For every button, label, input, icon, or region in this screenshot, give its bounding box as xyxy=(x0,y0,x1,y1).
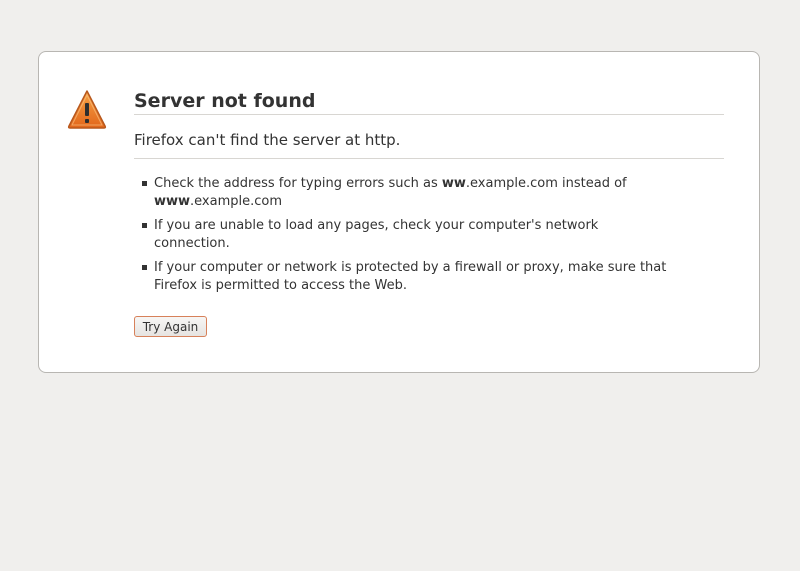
tip-network-connection: If you are unable to load any pages, che… xyxy=(142,217,674,253)
error-message: Firefox can't find the server at http. xyxy=(134,130,724,159)
tip1-good-bold: www xyxy=(154,194,191,209)
tip-firewall-proxy: If your computer or network is protected… xyxy=(142,259,674,295)
bullet xyxy=(142,223,147,228)
try-again-button[interactable]: Try Again xyxy=(134,316,207,337)
tip1-good-rest: .example.com xyxy=(190,194,283,209)
error-page-container: Server not found Firefox can't find the … xyxy=(38,51,760,373)
tip2-text: If you are unable to load any pages, che… xyxy=(154,218,599,251)
error-content: Server not found Firefox can't find the … xyxy=(134,88,724,301)
tip1-bad-rest: .example.com instead of xyxy=(465,176,627,191)
error-tips-list: Check the address for typing errors such… xyxy=(134,175,674,295)
error-title: Server not found xyxy=(134,88,724,115)
tip3-text: If your computer or network is protected… xyxy=(154,260,667,293)
tip1-bad-bold: ww xyxy=(441,176,466,191)
bullet xyxy=(142,265,147,270)
bullet xyxy=(142,181,147,186)
tip1-prefix: Check the address for typing errors such… xyxy=(154,176,442,191)
tip-check-address: Check the address for typing errors such… xyxy=(142,175,674,211)
warning-triangle-icon xyxy=(67,90,107,129)
